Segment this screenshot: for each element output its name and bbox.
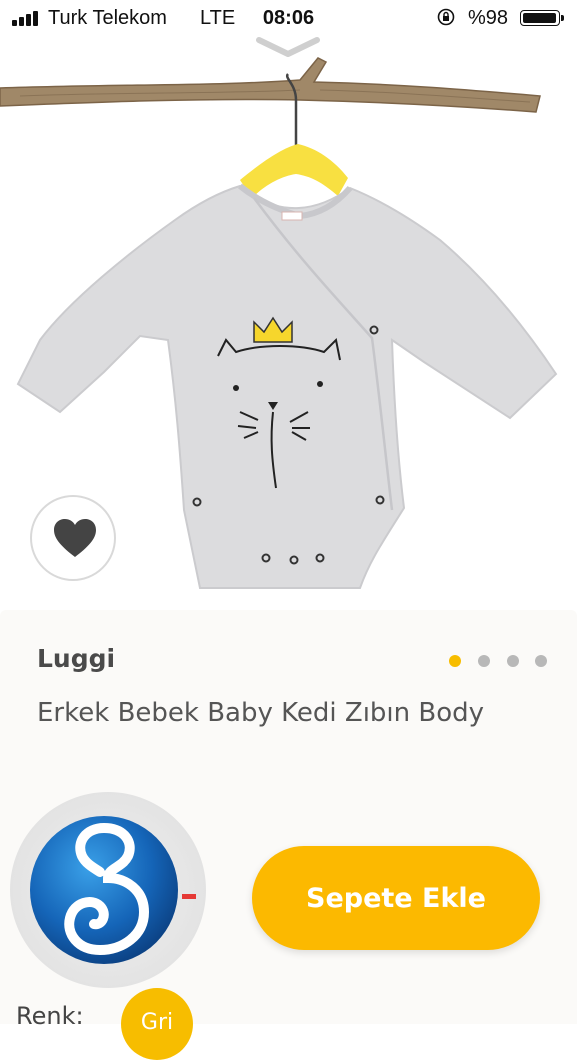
- orientation-lock-icon: [437, 8, 455, 26]
- add-to-cart-button[interactable]: Sepete Ekle: [252, 846, 540, 950]
- battery-icon: [520, 10, 564, 26]
- pager-dot-4[interactable]: [535, 655, 547, 667]
- pager-dot-1[interactable]: [449, 655, 461, 667]
- color-option-gri[interactable]: Gri: [121, 988, 193, 1060]
- product-brand: Luggi: [37, 644, 116, 673]
- battery-percent: %98: [468, 7, 509, 29]
- product-info-card: Luggi Erkek Bebek Baby Kedi Zıbın Body S…: [0, 610, 577, 1060]
- status-bar: Turk Telekom LTE 08:06 %98: [0, 0, 577, 36]
- product-name: Erkek Bebek Baby Kedi Zıbın Body: [37, 698, 485, 728]
- brand-logo-icon[interactable]: [8, 790, 208, 990]
- color-label: Renk:: [16, 1002, 84, 1030]
- heart-icon: [54, 519, 96, 557]
- favorite-button[interactable]: [30, 495, 116, 581]
- pager-dot-3[interactable]: [507, 655, 519, 667]
- pager-dot-2[interactable]: [478, 655, 490, 667]
